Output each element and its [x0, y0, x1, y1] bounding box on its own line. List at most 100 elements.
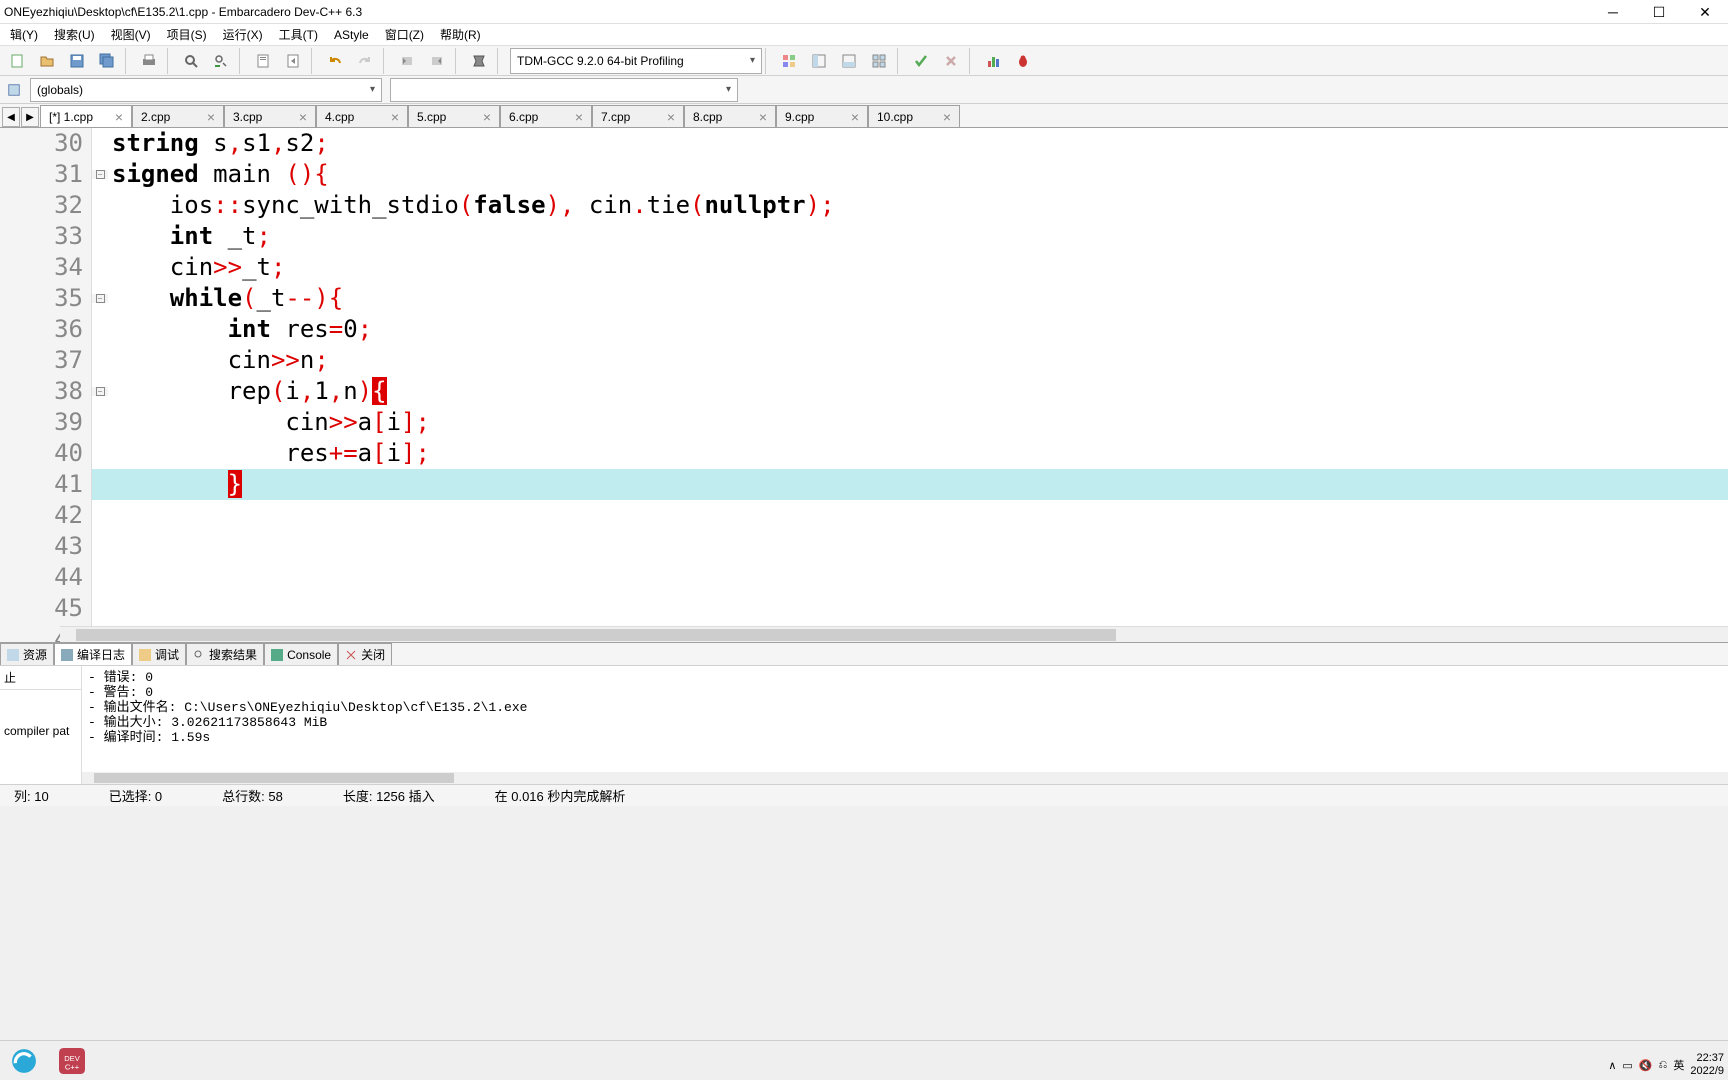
tray-volume-icon[interactable]: 🔇 [1639, 1059, 1653, 1072]
window-title: ONEyezhiqiu\Desktop\cf\E135.2\1.cpp - Em… [4, 5, 362, 19]
log-line: - 编译时间: 1.59s [88, 730, 1722, 745]
stop-button[interactable]: 止 [4, 669, 16, 686]
close-icon[interactable]: × [107, 109, 123, 125]
tray-ime[interactable]: 英 [1673, 1057, 1684, 1073]
edge-icon[interactable] [2, 1043, 46, 1079]
replace-icon[interactable] [207, 48, 235, 74]
close-icon[interactable]: × [199, 109, 215, 125]
status-parse: 在 0.016 秒内完成解析 [495, 786, 626, 805]
check-icon[interactable] [907, 48, 935, 74]
log-line: - 警告: 0 [88, 685, 1722, 700]
debug-icon[interactable] [1009, 48, 1037, 74]
save-all-icon[interactable] [93, 48, 121, 74]
log-horizontal-scrollbar[interactable] [82, 772, 1728, 784]
tray-chevron-up-icon[interactable]: ∧ [1608, 1059, 1616, 1072]
bottom-panel: 止 compiler pat - 错误: 0 - 警告: 0 - 输出文件名: … [0, 666, 1728, 784]
close-button[interactable]: ✕ [1682, 0, 1728, 24]
file-tab-8[interactable]: 8.cpp× [684, 105, 776, 127]
panel3-icon[interactable] [865, 48, 893, 74]
log-line: - 输出大小: 3.02621173858643 MiB [88, 715, 1722, 730]
main-toolbar: TDM-GCC 9.2.0 64-bit Profiling [0, 46, 1728, 76]
maximize-button[interactable]: ☐ [1636, 0, 1682, 24]
compile-run-icon[interactable] [775, 48, 803, 74]
tray-battery-icon[interactable]: ▭ [1622, 1059, 1632, 1072]
tab-resources[interactable]: 资源 [0, 643, 54, 665]
compile-icon[interactable] [465, 48, 493, 74]
file-tab-9[interactable]: 9.cpp× [776, 105, 868, 127]
tab-close[interactable]: 关闭 [338, 643, 392, 665]
status-length: 长度: 1256 插入 [343, 786, 435, 805]
menu-run[interactable]: 运行(X) [215, 24, 271, 45]
file-tab-5[interactable]: 5.cpp× [408, 105, 500, 127]
file-tab-6[interactable]: 6.cpp× [500, 105, 592, 127]
goto-bookmark-icon[interactable] [279, 48, 307, 74]
close-icon[interactable]: × [475, 109, 491, 125]
close-icon[interactable]: × [935, 109, 951, 125]
new-file-icon[interactable] [3, 48, 31, 74]
svg-text:DEV: DEV [64, 1054, 81, 1063]
tab-prev-button[interactable]: ◀ [2, 107, 20, 127]
menu-project[interactable]: 项目(S) [159, 24, 215, 45]
panel1-icon[interactable] [805, 48, 833, 74]
cancel-icon[interactable] [937, 48, 965, 74]
status-selection: 已选择: 0 [109, 786, 162, 805]
close-icon[interactable]: × [751, 109, 767, 125]
log-line: - 输出文件名: C:\Users\ONEyezhiqiu\Desktop\cf… [88, 700, 1722, 715]
close-icon[interactable]: × [291, 109, 307, 125]
file-tab-2[interactable]: 2.cpp× [132, 105, 224, 127]
menu-search[interactable]: 搜索(U) [46, 24, 103, 45]
scope-bar: (globals) [0, 76, 1728, 104]
compiler-select[interactable]: TDM-GCC 9.2.0 64-bit Profiling [510, 48, 762, 74]
back-icon[interactable] [393, 48, 421, 74]
tray-clock[interactable]: 22:37 2022/9 [1690, 1052, 1724, 1078]
menu-window[interactable]: 窗口(Z) [377, 24, 432, 45]
status-bar: 列: 10 已选择: 0 总行数: 58 长度: 1256 插入 在 0.016… [0, 784, 1728, 806]
file-tab-1[interactable]: [*] 1.cpp× [40, 105, 132, 127]
tab-console[interactable]: Console [264, 643, 338, 665]
devcpp-icon[interactable]: DEVC++ [50, 1043, 94, 1079]
tab-search-results[interactable]: 搜索结果 [186, 643, 264, 665]
close-icon[interactable]: × [659, 109, 675, 125]
file-tab-bar: ◀ ▶ [*] 1.cpp× 2.cpp× 3.cpp× 4.cpp× 5.cp… [0, 104, 1728, 128]
minimize-button[interactable]: ─ [1590, 0, 1636, 24]
windows-taskbar: DEVC++ ∧ ▭ 🔇 ⎌ 英 22:37 2022/9 [0, 1040, 1728, 1080]
file-tab-3[interactable]: 3.cpp× [224, 105, 316, 127]
toggle-bookmark-icon[interactable] [249, 48, 277, 74]
save-icon[interactable] [63, 48, 91, 74]
menu-help[interactable]: 帮助(R) [432, 24, 489, 45]
close-icon[interactable]: × [567, 109, 583, 125]
profile-icon[interactable] [979, 48, 1007, 74]
scope-select-globals[interactable]: (globals) [30, 78, 382, 102]
file-tab-7[interactable]: 7.cpp× [592, 105, 684, 127]
menu-tools[interactable]: 工具(T) [271, 24, 326, 45]
compile-sidebar: 止 compiler pat [0, 666, 82, 784]
editor-horizontal-scrollbar[interactable] [60, 626, 1728, 642]
open-icon[interactable] [33, 48, 61, 74]
close-icon[interactable]: × [843, 109, 859, 125]
scope-select-members[interactable] [390, 78, 738, 102]
status-lines: 总行数: 58 [222, 786, 283, 805]
file-tab-10[interactable]: 10.cpp× [868, 105, 960, 127]
tab-compile-log[interactable]: 编译日志 [54, 643, 132, 665]
menu-edit[interactable]: 辑(Y) [2, 24, 46, 45]
scope-goto-icon[interactable] [2, 78, 26, 102]
menu-astyle[interactable]: AStyle [326, 26, 377, 44]
panel2-icon[interactable] [835, 48, 863, 74]
tab-next-button[interactable]: ▶ [21, 107, 39, 127]
print-icon[interactable] [135, 48, 163, 74]
forward-icon[interactable] [423, 48, 451, 74]
log-line: - 错误: 0 [88, 670, 1722, 685]
tab-debug[interactable]: 调试 [132, 643, 186, 665]
close-icon[interactable]: × [383, 109, 399, 125]
find-icon[interactable] [177, 48, 205, 74]
file-tab-4[interactable]: 4.cpp× [316, 105, 408, 127]
status-column: 列: 10 [14, 786, 49, 805]
compile-log[interactable]: - 错误: 0 - 警告: 0 - 输出文件名: C:\Users\ONEyez… [82, 666, 1728, 784]
redo-icon[interactable] [351, 48, 379, 74]
tray-wifi-icon[interactable]: ⎌ [1659, 1059, 1668, 1072]
system-tray: ∧ ▭ 🔇 ⎌ 英 22:37 2022/9 [1608, 1052, 1724, 1078]
code-editor[interactable]: 30string s,s1,s2;31−signed main (){32 io… [0, 128, 1728, 642]
undo-icon[interactable] [321, 48, 349, 74]
compiler-path-label: compiler pat [4, 724, 69, 738]
menu-view[interactable]: 视图(V) [103, 24, 159, 45]
